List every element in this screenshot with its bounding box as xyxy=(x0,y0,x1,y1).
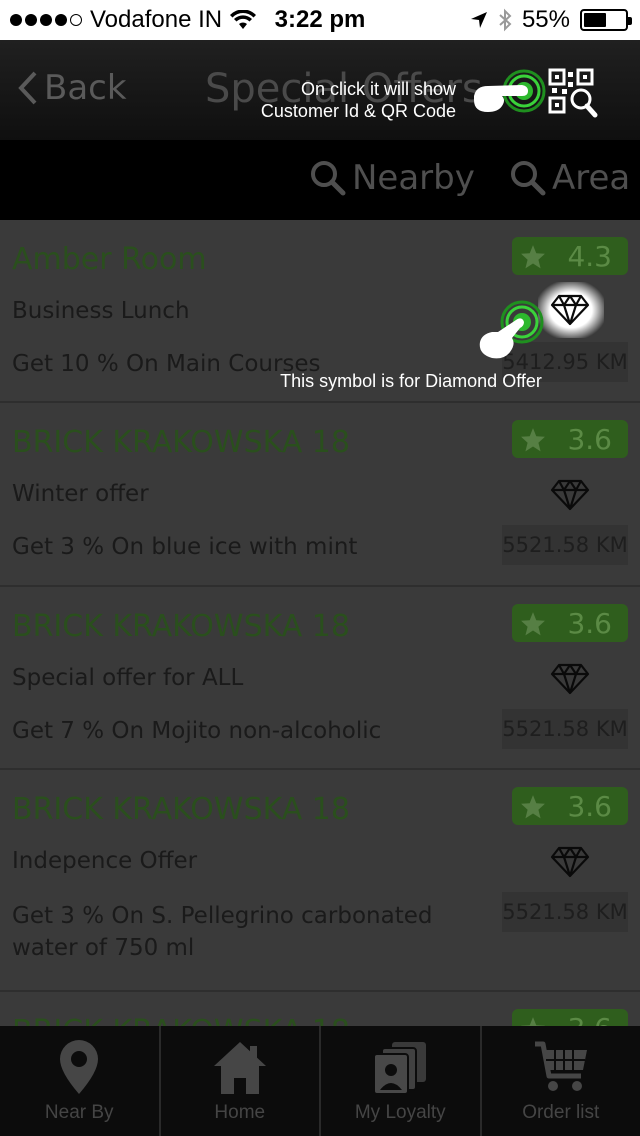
back-label: Back xyxy=(44,68,127,108)
loyalty-cards-icon xyxy=(373,1042,427,1095)
search-bar: Nearby Area xyxy=(0,140,640,220)
offer-title: Business Lunch xyxy=(12,298,190,324)
star-icon xyxy=(521,245,545,269)
star-icon xyxy=(521,428,545,452)
tab-label: Home xyxy=(214,1102,266,1123)
offer-description: Get 3 % On S. Pellegrino carbonated wate… xyxy=(12,903,433,961)
nearby-label: Nearby xyxy=(352,158,475,198)
chevron-left-icon xyxy=(18,71,37,105)
offer-title: Special offer for ALL xyxy=(12,665,244,691)
tab-home[interactable]: Home xyxy=(161,1026,321,1136)
tab-near-by[interactable]: Near By xyxy=(0,1026,161,1136)
offer-title: Indepence Offer xyxy=(12,848,198,874)
status-right: 55% xyxy=(470,6,632,34)
tab-bar: Near By Home My Loyalty Order list xyxy=(0,1026,640,1136)
bluetooth-icon xyxy=(499,8,512,32)
rating-badge: 3.6 xyxy=(512,787,628,825)
offer-description: Get 7 % On Mojito non-alcoholic xyxy=(12,718,382,744)
star-icon xyxy=(521,795,545,819)
area-label: Area xyxy=(552,158,631,198)
rating-badge: 3.6 xyxy=(512,420,628,458)
tab-label: Order list xyxy=(522,1102,600,1123)
distance-label: 5521.58 KM xyxy=(502,709,628,749)
offer-item[interactable]: BRICK KRAKOWSKA 18 Winter offer Get 3 % … xyxy=(0,403,640,587)
area-search-button[interactable]: Area xyxy=(510,158,630,198)
battery-level xyxy=(584,13,606,27)
distance-label: 5521.58 KM xyxy=(502,892,628,932)
rating-value: 3.6 xyxy=(567,422,612,456)
star-icon xyxy=(521,1017,545,1026)
offer-item[interactable]: BRICK KRAKOWSKA 18 3.6 xyxy=(0,992,640,1026)
tab-order-list[interactable]: Order list xyxy=(482,1026,640,1136)
qr-tooltip-line-2: Customer Id & QR Code xyxy=(260,101,456,121)
restaurant-name: Amber Room xyxy=(12,242,207,277)
offer-item[interactable]: BRICK KRAKOWSKA 18 Indepence Offer Get 3… xyxy=(0,770,640,992)
tab-label: My Loyalty xyxy=(354,1102,446,1123)
home-icon xyxy=(213,1042,266,1094)
rating-badge: 3.6 xyxy=(512,1009,628,1026)
offer-item[interactable]: BRICK KRAKOWSKA 18 Special offer for ALL… xyxy=(0,587,640,770)
rating-value: 4.3 xyxy=(567,239,612,273)
restaurant-name: BRICK KRAKOWSKA 18 xyxy=(12,425,350,460)
diamond-icon xyxy=(550,663,590,695)
diamond-icon xyxy=(550,479,590,511)
cart-icon xyxy=(534,1041,587,1091)
touch-hand-icon xyxy=(474,69,546,113)
tab-my-loyalty[interactable]: My Loyalty xyxy=(321,1026,482,1136)
rating-badge: 3.6 xyxy=(512,604,628,642)
distance-label: 5521.58 KM xyxy=(502,525,628,565)
qr-tooltip: On click it will show Customer Id & QR C… xyxy=(256,78,456,122)
location-arrow-icon xyxy=(470,12,487,28)
star-icon xyxy=(521,612,545,636)
offer-description: Get 3 % On blue ice with mint xyxy=(12,534,358,560)
search-icon xyxy=(311,161,346,196)
offer-title: Winter offer xyxy=(12,481,149,507)
restaurant-name: BRICK KRAKOWSKA 18 xyxy=(12,1014,350,1026)
rating-badge: 4.3 xyxy=(512,237,628,275)
restaurant-name: BRICK KRAKOWSKA 18 xyxy=(12,609,350,644)
diamond-icon xyxy=(550,294,590,326)
diamond-tooltip: This symbol is for Diamond Offer xyxy=(280,371,542,391)
qr-search-icon[interactable] xyxy=(548,68,598,118)
map-pin-icon xyxy=(60,1040,99,1094)
nav-bar: Back Special Offers On click it will sho… xyxy=(0,40,640,140)
diamond-icon xyxy=(550,846,590,878)
restaurant-name: BRICK KRAKOWSKA 18 xyxy=(12,792,350,827)
status-bar: Vodafone IN 3:22 pm 55% xyxy=(0,0,640,40)
battery-icon xyxy=(580,9,632,31)
nearby-search-button[interactable]: Nearby xyxy=(310,158,475,198)
qr-tooltip-line-1: On click it will show xyxy=(300,79,456,99)
battery-percent: 55% xyxy=(521,6,570,33)
touch-hand-icon xyxy=(479,300,544,359)
search-icon xyxy=(511,161,546,196)
back-button[interactable]: Back xyxy=(18,68,127,108)
rating-value: 3.6 xyxy=(567,1012,612,1027)
rating-value: 3.6 xyxy=(567,789,612,823)
tab-label: Near By xyxy=(44,1102,114,1123)
rating-value: 3.6 xyxy=(567,606,612,640)
